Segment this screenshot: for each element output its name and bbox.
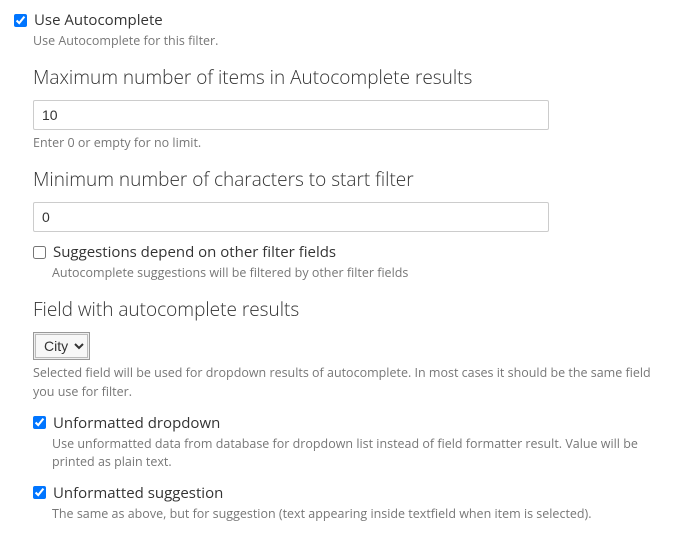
use-autocomplete-label: Use Autocomplete: [34, 10, 163, 30]
field-results-label: Field with autocomplete results: [33, 296, 661, 322]
suggestions-depend-description: Autocomplete suggestions will be filtere…: [52, 264, 661, 282]
max-items-description: Enter 0 or empty for no limit.: [33, 134, 661, 152]
unformatted-dropdown-description: Use unformatted data from database for d…: [52, 435, 661, 471]
max-items-input[interactable]: [33, 100, 549, 130]
unformatted-dropdown-label: Unformatted dropdown: [53, 413, 220, 433]
field-results-select[interactable]: City: [35, 334, 88, 358]
min-chars-input[interactable]: [33, 202, 549, 232]
use-autocomplete-checkbox[interactable]: [14, 14, 27, 27]
unformatted-suggestion-description: The same as above, but for suggestion (t…: [52, 505, 661, 523]
unformatted-dropdown-checkbox[interactable]: [33, 416, 46, 429]
unformatted-suggestion-checkbox[interactable]: [33, 486, 46, 499]
unformatted-suggestion-label: Unformatted suggestion: [53, 483, 223, 503]
field-results-description: Selected field will be used for dropdown…: [33, 364, 661, 400]
use-autocomplete-description: Use Autocomplete for this filter.: [33, 32, 661, 50]
max-items-label: Maximum number of items in Autocomplete …: [33, 64, 661, 90]
min-chars-label: Minimum number of characters to start fi…: [33, 166, 661, 192]
suggestions-depend-label: Suggestions depend on other filter field…: [53, 242, 336, 262]
suggestions-depend-checkbox[interactable]: [33, 246, 46, 259]
